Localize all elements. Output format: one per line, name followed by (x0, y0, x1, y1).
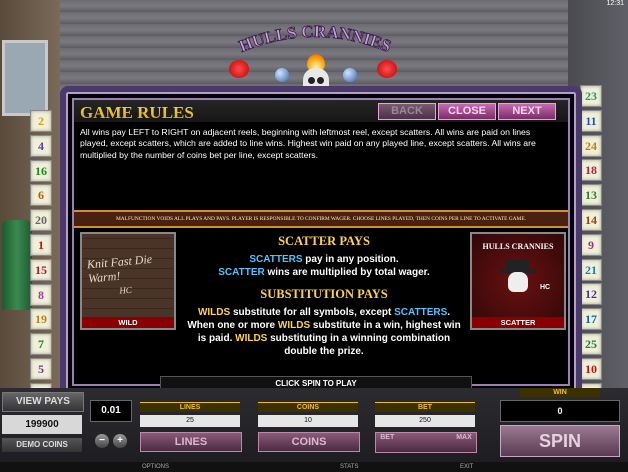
subst-text: substituting in a winning combination do… (267, 333, 451, 357)
logo-text: HULLS CRANNIES (236, 22, 394, 56)
game-rules-panel: GAME RULES BACK CLOSE NEXT All wins pay … (60, 86, 582, 398)
scatter-caption: SCATTER (472, 317, 564, 328)
line-indicator[interactable]: 21 (580, 258, 602, 281)
coin-decrease-button[interactable]: − (95, 434, 109, 448)
scatter-symbol-art: HULLS CRANNIES HC (482, 242, 554, 310)
line-indicator[interactable]: 25 (580, 332, 602, 355)
win-value: 0 (500, 400, 620, 422)
line-indicator[interactable]: 2 (30, 110, 52, 132)
substitution-pays-text: WILDS substitute for all symbols, except… (184, 306, 464, 358)
skull-icon (508, 272, 528, 292)
wild-art-text: Knit Fast Die Warm! (86, 251, 153, 286)
status-bar: 12:31 (0, 0, 628, 10)
rules-title: GAME RULES (80, 103, 280, 123)
bottle (2, 220, 32, 310)
menu-bar: OPTIONS STATS EXIT (0, 462, 628, 472)
line-indicator[interactable]: 24 (580, 134, 602, 157)
window-frame (2, 40, 48, 116)
line-indicator[interactable]: 12 (580, 283, 602, 306)
scatter-symbol-tile: HULLS CRANNIES HC SCATTER (470, 232, 566, 330)
coin-value-display: 0.01 (90, 400, 132, 422)
stats-menu[interactable]: STATS (340, 464, 358, 470)
scatter-text: wins are multiplied by total wager. (264, 267, 430, 278)
coins-value: 10 (258, 415, 358, 427)
rules-body: All wins pay LEFT to RIGHT on adjacent r… (80, 127, 536, 160)
spin-button[interactable]: SPIN (500, 425, 620, 457)
line-indicator[interactable]: 6 (30, 184, 52, 207)
svg-text:HULLS CRANNIES: HULLS CRANNIES (236, 22, 394, 56)
lines-value: 25 (140, 415, 240, 427)
line-indicator[interactable]: 11 (580, 109, 602, 132)
win-caption: WIN (520, 388, 600, 397)
scatter-text: pay in any position. (302, 254, 399, 265)
scatters-term: SCATTERS (249, 254, 303, 265)
scatters-term: SCATTERS (394, 307, 448, 318)
line-indicator[interactable]: 16 (30, 159, 52, 182)
demo-coins-label: DEMO COINS (2, 438, 82, 452)
wilds-term: WILDS (277, 320, 311, 331)
line-indicator[interactable]: 10 (580, 357, 602, 380)
wild-caption: WILD (82, 317, 174, 328)
coin-increase-button[interactable]: + (113, 434, 127, 448)
coins-button[interactable]: COINS (258, 432, 360, 452)
wild-art-signature: HC (118, 284, 133, 296)
line-indicator[interactable]: 13 (580, 184, 602, 207)
panel-inner: GAME RULES BACK CLOSE NEXT All wins pay … (72, 98, 570, 386)
scatter-term: SCATTER (218, 267, 265, 278)
line-indicator[interactable]: 4 (30, 134, 52, 157)
line-indicator[interactable]: 1 (30, 233, 52, 256)
rose-icon (229, 60, 249, 78)
line-indicator[interactable]: 9 (580, 233, 602, 256)
status-time: 12:31 (606, 0, 624, 7)
line-indicator[interactable]: 5 (30, 357, 52, 380)
bet-caption: BET (375, 402, 475, 412)
lines-button[interactable]: LINES (140, 432, 242, 452)
wilds-term: WILDS (235, 333, 268, 344)
substitution-pays-title: SUBSTITUTION PAYS (260, 287, 388, 301)
scatter-art-title: HULLS CRANNIES (482, 242, 554, 251)
line-indicator[interactable]: 14 (580, 208, 602, 231)
line-indicator[interactable]: 19 (30, 308, 52, 331)
next-button[interactable]: NEXT (498, 103, 556, 120)
line-indicator[interactable]: 8 (30, 283, 52, 306)
line-indicator[interactable]: 7 (30, 333, 52, 356)
credits-display: 199900 (2, 415, 82, 434)
top-hat-icon (500, 260, 536, 273)
orb-icon (343, 68, 357, 82)
wilds-term: WILDS (197, 307, 231, 318)
scatter-pays-line1: SCATTERS pay in any position. (184, 253, 464, 266)
line-indicator[interactable]: 15 (30, 258, 52, 281)
bet-max-button[interactable]: BET MAX (375, 432, 477, 453)
scatter-art-mark: HC (540, 284, 551, 291)
view-pays-button[interactable]: VIEW PAYS (2, 392, 84, 412)
orb-icon (275, 68, 289, 82)
lines-caption: LINES (140, 402, 240, 412)
bet-value: 250 (375, 415, 475, 427)
wild-symbol-tile: Knit Fast Die Warm! HC WILD (80, 232, 176, 330)
close-button[interactable]: CLOSE (438, 103, 496, 120)
wild-symbol-art: Knit Fast Die Warm! HC (86, 251, 169, 301)
line-indicator[interactable]: 17 (580, 308, 602, 331)
exit-menu[interactable]: EXIT (460, 464, 473, 470)
scatter-pays-title: SCATTER PAYS (278, 234, 370, 248)
back-button[interactable]: BACK (378, 103, 436, 120)
rose-icon (377, 60, 397, 78)
line-indicator[interactable]: 20 (30, 209, 52, 232)
coins-caption: COINS (258, 402, 358, 412)
line-indicator[interactable]: 18 (580, 159, 602, 182)
options-menu[interactable]: OPTIONS (142, 464, 169, 470)
scatter-pays-line2: SCATTER wins are multiplied by total wag… (184, 266, 464, 279)
malfunction-notice: MALFUNCTION VOIDS ALL PLAYS AND PAYS. PL… (74, 210, 568, 228)
line-indicators-left: 2416620115819753 (30, 110, 52, 408)
line-indicators-right: 2311241813149211217251022 (580, 85, 602, 407)
line-indicator[interactable]: 23 (580, 85, 602, 107)
subst-text: substitute for all symbols, except (230, 307, 395, 318)
rules-center-text: SCATTER PAYS SCATTERS pay in any positio… (184, 232, 464, 358)
